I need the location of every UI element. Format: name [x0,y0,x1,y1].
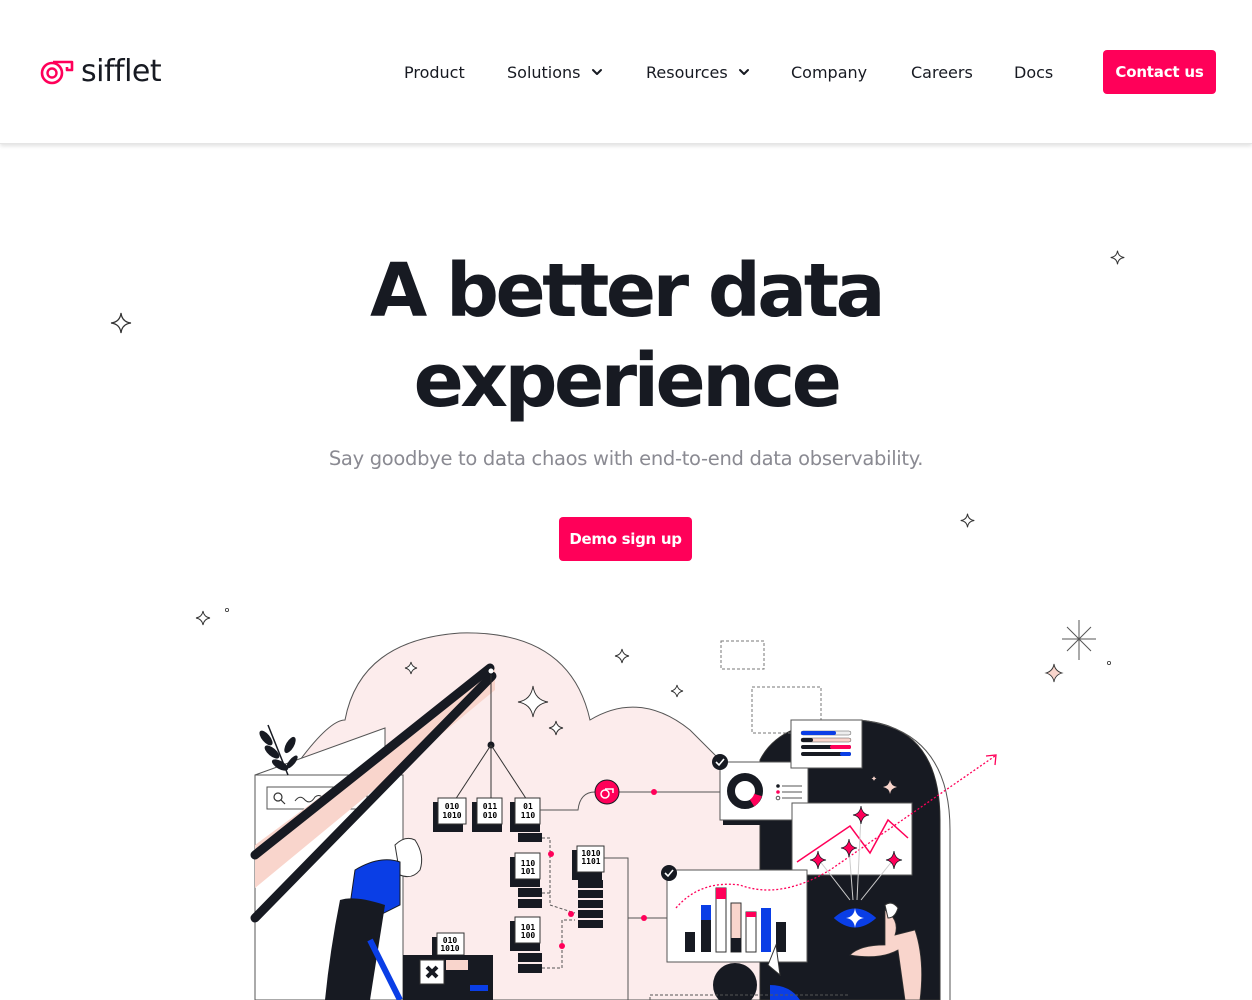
dashed-placeholder-box [720,640,765,670]
nav-docs-label: Docs [1014,62,1054,82]
hero-title-line1: A better data [369,248,886,334]
sifflet-badge-icon [594,779,620,805]
site-header: sifflet Product Solutions Resources Comp… [0,0,1252,144]
hero-illustration: 0101010 011010 01110 110101 10101101 101… [195,608,1112,1000]
svg-text:100: 100 [521,931,536,940]
svg-text:1010: 1010 [440,944,459,953]
chevron-down-icon [591,69,602,75]
nav-product[interactable]: Product [404,60,465,84]
whistle-logo-icon [40,60,74,85]
svg-text:101: 101 [521,867,536,876]
svg-text:010: 010 [445,802,460,811]
svg-text:01: 01 [523,802,533,811]
hero-subtitle: Say goodbye to data chaos with end-to-en… [328,447,924,470]
binary-block: 0101010 [433,797,467,832]
logo-wordmark: sifflet [81,54,162,89]
sparkle-icon [960,513,975,528]
svg-text:1010: 1010 [442,811,461,820]
demo-signup-button[interactable]: Demo sign up [559,517,692,561]
chevron-down-icon [738,69,749,75]
contact-us-button[interactable]: Contact us [1103,50,1216,94]
nav-solutions-label: Solutions [507,62,581,82]
nav-resources[interactable]: Resources [646,60,750,84]
nav-product-label: Product [404,62,465,82]
sifflet-logo[interactable]: sifflet [39,54,162,89]
nav-careers-label: Careers [911,62,973,82]
machine-box [403,955,493,1000]
svg-text:011: 011 [483,802,498,811]
svg-text:110: 110 [521,811,536,820]
nav-solutions[interactable]: Solutions [507,60,603,84]
starburst-icon [1062,620,1096,660]
binary-block: 011010 [472,797,503,832]
hero-title-line2: experience [413,338,842,424]
nav-careers[interactable]: Careers [911,60,973,84]
svg-text:1101: 1101 [581,857,600,866]
svg-text:010: 010 [483,811,498,820]
nav-docs[interactable]: Docs [1014,60,1053,84]
nav-company-label: Company [791,62,868,82]
nav-resources-label: Resources [646,62,728,82]
hero-title: A better data experience [0,246,1252,426]
progress-bars-card [790,719,863,769]
nav-company[interactable]: Company [791,60,867,84]
